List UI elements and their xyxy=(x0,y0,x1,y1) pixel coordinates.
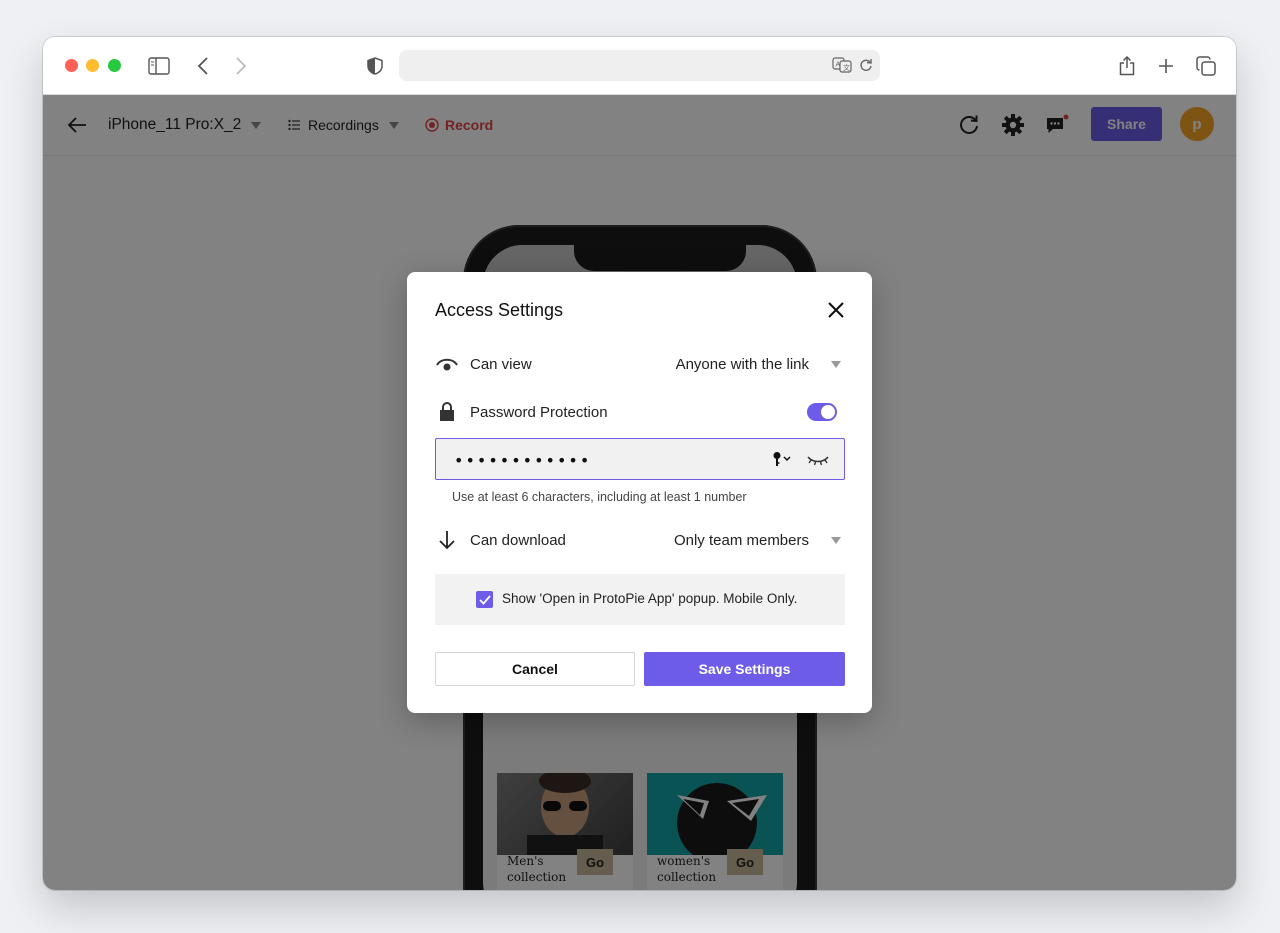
dialog-title: Access Settings xyxy=(435,300,564,320)
can-view-select[interactable]: Anyone with the link xyxy=(676,356,809,373)
cancel-button[interactable]: Cancel xyxy=(435,652,635,686)
checkmark-icon xyxy=(478,594,491,605)
browser-window: A文 iPhone_11 Pro:X_2 Recordings Record S… xyxy=(43,37,1236,890)
shield-icon[interactable] xyxy=(363,54,387,78)
close-icon[interactable] xyxy=(825,299,847,321)
zoom-window-button[interactable] xyxy=(108,59,121,72)
download-arrow-icon xyxy=(435,528,459,552)
forward-icon[interactable] xyxy=(229,54,253,78)
save-settings-button[interactable]: Save Settings xyxy=(644,652,845,686)
can-download-label: Can download xyxy=(470,531,566,549)
can-view-label: Can view xyxy=(470,355,532,373)
translate-icon[interactable]: A文 xyxy=(831,54,853,76)
back-icon[interactable] xyxy=(191,54,215,78)
password-protection-label: Password Protection xyxy=(470,403,608,421)
access-settings-dialog: Access Settings Can view Anyone with the… xyxy=(407,272,872,713)
browser-chrome: A文 xyxy=(43,37,1236,95)
lock-icon xyxy=(435,400,459,424)
can-view-row: Can view Anyone with the link xyxy=(435,349,845,379)
can-download-select[interactable]: Only team members xyxy=(674,532,809,549)
password-protection-row: Password Protection xyxy=(435,397,845,427)
password-key-icon[interactable] xyxy=(772,451,794,472)
can-download-row: Can download Only team members xyxy=(435,525,845,555)
hidden-eye-icon[interactable] xyxy=(806,452,830,473)
share-icon[interactable] xyxy=(1115,54,1139,78)
app-area: iPhone_11 Pro:X_2 Recordings Record Shar… xyxy=(43,95,1236,890)
new-tab-icon[interactable] xyxy=(1154,54,1178,78)
reload-icon[interactable] xyxy=(855,54,877,76)
sidebar-icon[interactable] xyxy=(147,54,171,78)
eye-icon xyxy=(435,352,459,376)
password-field[interactable] xyxy=(452,439,756,481)
password-field-wrapper xyxy=(435,438,845,481)
popup-option-box: Show 'Open in ProtoPie App' popup. Mobil… xyxy=(435,574,845,625)
svg-text:文: 文 xyxy=(843,63,850,72)
caret-down-icon[interactable] xyxy=(831,360,841,368)
caret-down-icon[interactable] xyxy=(831,536,841,544)
password-protection-toggle[interactable] xyxy=(807,403,837,421)
popup-option-label[interactable]: Show 'Open in ProtoPie App' popup. Mobil… xyxy=(502,591,797,606)
close-window-button[interactable] xyxy=(65,59,78,72)
svg-text:A: A xyxy=(836,62,841,69)
minimize-window-button[interactable] xyxy=(86,59,99,72)
tabs-overview-icon[interactable] xyxy=(1194,54,1218,78)
popup-checkbox[interactable] xyxy=(476,591,493,608)
address-bar[interactable]: A文 xyxy=(399,50,880,81)
password-hint: Use at least 6 characters, including at … xyxy=(452,490,747,504)
